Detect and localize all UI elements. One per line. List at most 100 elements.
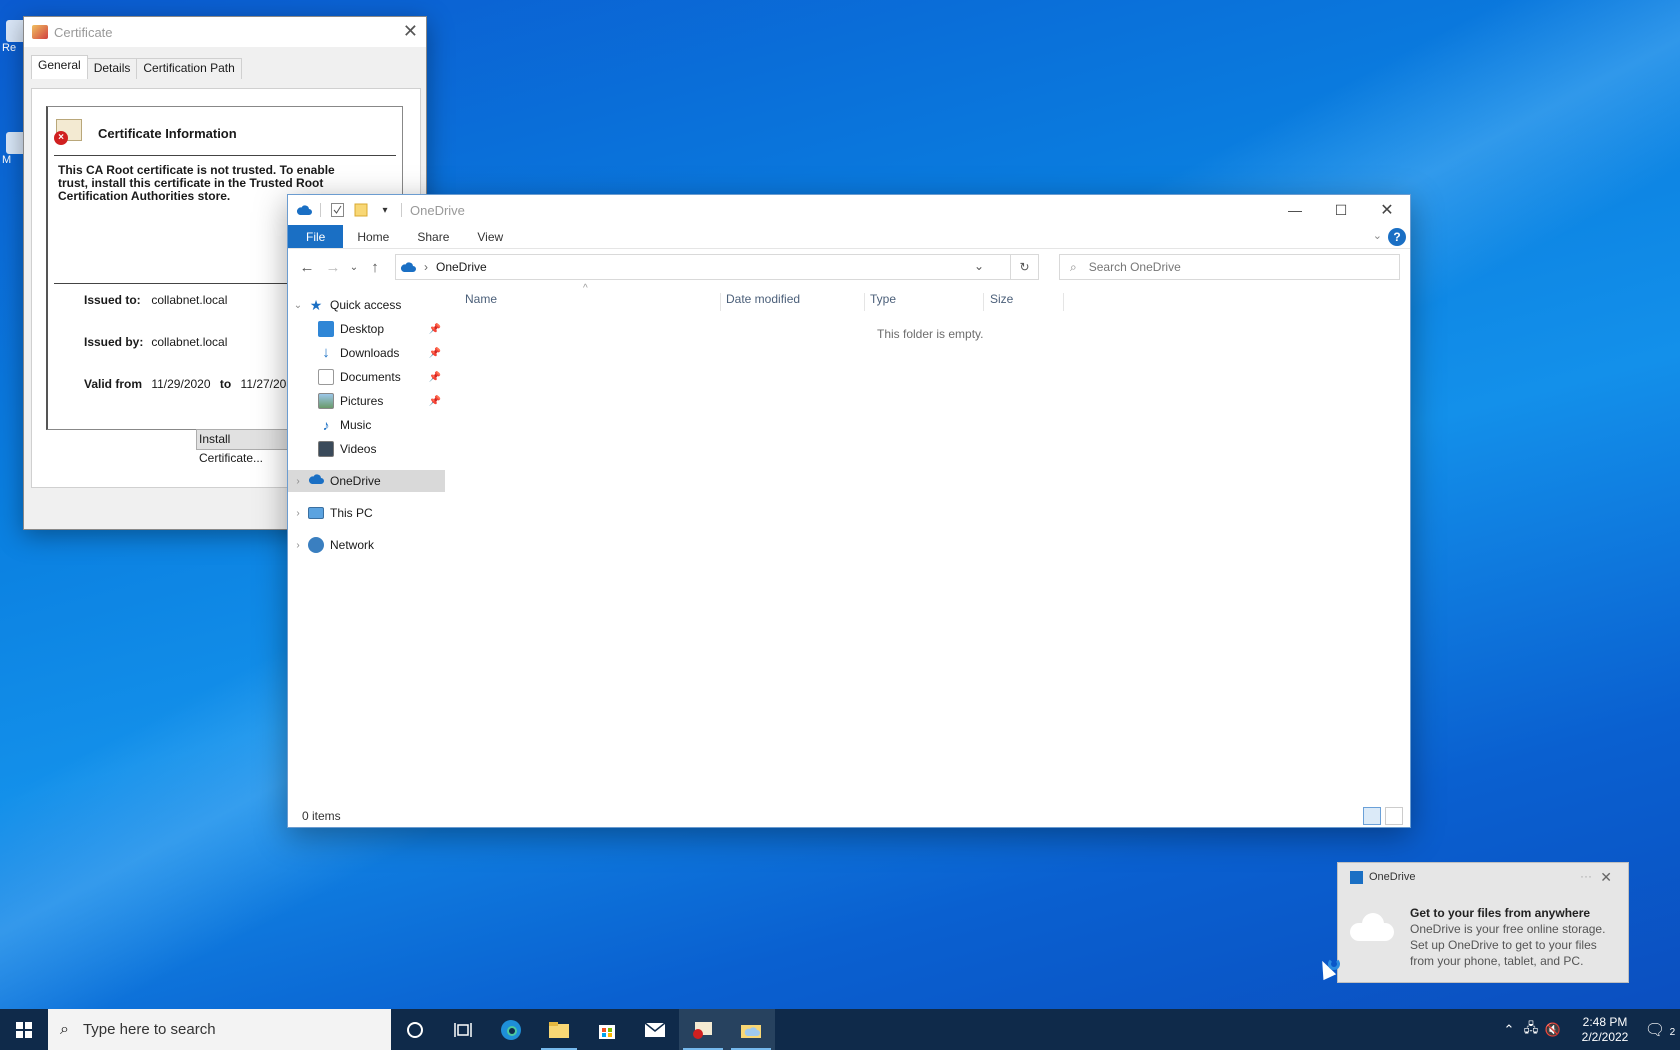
file-explorer-taskbar-button[interactable] [535,1009,583,1050]
onedrive-app-icon [1350,870,1363,884]
column-header-size[interactable]: Size [990,292,1013,306]
tab-share[interactable]: Share [403,225,463,248]
notification-icon: 🗨 [1644,1021,1666,1039]
address-bar[interactable]: › OneDrive ⌄ [395,254,1011,280]
collapse-chevron-icon[interactable]: ⌄ [288,300,308,311]
explorer-titlebar[interactable]: ▾ OneDrive — ☐ ✕ [288,195,1410,225]
install-certificate-button[interactable]: Install Certificate... [196,429,296,465]
close-icon[interactable]: ✕ [1600,869,1612,886]
nav-item-downloads[interactable]: ↓ Downloads 📌 [288,342,445,364]
expand-chevron-icon[interactable]: › [288,476,308,487]
videos-icon [318,441,334,457]
tab-view[interactable]: View [463,225,517,248]
customize-quick-access-icon[interactable]: ▾ [377,202,393,218]
show-hidden-icons-chevron-icon[interactable]: ⌃ [1498,1022,1520,1038]
navigation-pane: ⌄ ★ Quick access Desktop 📌 ↓ Downloads 📌… [288,286,445,794]
onedrive-notification[interactable]: OneDrive ··· ✕ Get to your files from an… [1337,862,1629,983]
search-input[interactable]: Search OneDrive [1089,260,1181,274]
nav-item-network[interactable]: › Network [288,534,445,556]
windows-logo-icon [16,1021,32,1038]
new-folder-icon[interactable] [353,202,369,218]
network-status-icon[interactable]: 🖧 [1520,1019,1542,1041]
documents-icon [318,369,334,385]
nav-item-this-pc[interactable]: › This PC [288,502,445,524]
recent-locations-chevron-icon[interactable]: ⌄ [346,262,362,273]
desktop-icon-label: Re [2,42,17,54]
task-view-button[interactable] [439,1009,487,1050]
nav-label: Desktop [340,322,385,336]
nav-label: This PC [330,506,373,520]
store-taskbar-button[interactable] [583,1009,631,1050]
tab-file[interactable]: File [288,225,344,248]
nav-item-videos[interactable]: Videos [288,438,445,460]
nav-label: Quick access [330,298,402,312]
pin-icon: 📌 [428,347,441,359]
nav-label: Music [340,418,372,432]
expand-ribbon-icon[interactable]: ⌄ [1373,229,1382,242]
issued-to-value: collabnet.local [151,293,228,307]
validity-row: Valid from 11/29/2020 to 11/27/2030 [84,377,300,391]
tab-home[interactable]: Home [343,225,403,248]
breadcrumb-onedrive[interactable]: OneDrive [436,260,487,274]
pictures-icon [318,393,334,409]
expand-chevron-icon[interactable]: › [288,540,308,551]
edge-taskbar-button[interactable] [487,1009,535,1050]
help-icon[interactable]: ? [1388,228,1406,246]
busy-indicator-icon [1328,958,1340,970]
back-arrow-icon[interactable]: ← [294,259,320,276]
untrusted-certificate-icon: × [54,119,84,147]
onedrive-cloud-icon [400,262,416,272]
mail-taskbar-button[interactable] [631,1009,679,1050]
toast-body-text: OneDrive is your free online storage. Se… [1410,922,1606,968]
up-arrow-icon[interactable]: ↑ [362,259,388,276]
maximize-icon[interactable]: ☐ [1318,195,1364,225]
file-explorer-window: ▾ OneDrive — ☐ ✕ File Home Share View ⌄ … [287,194,1411,828]
tab-general[interactable]: General [31,55,88,79]
pin-icon: 📌 [428,323,441,335]
refresh-icon[interactable]: ↻ [1011,254,1039,280]
nav-item-documents[interactable]: Documents 📌 [288,366,445,388]
clock-time: 2:48 PM [1582,1014,1628,1029]
window-title: OneDrive [410,202,465,218]
taskbar-search-input[interactable]: Type here to search [83,1021,216,1038]
nav-item-quick-access[interactable]: ⌄ ★ Quick access [288,294,445,316]
onedrive-taskbar-button[interactable] [727,1009,775,1050]
nav-item-music[interactable]: ♪ Music [288,414,445,436]
details-view-icon[interactable] [1363,807,1381,825]
large-icons-view-icon[interactable] [1385,807,1403,825]
desktop-folder-icon [318,321,334,337]
column-header-name[interactable]: Name [465,292,497,306]
tab-details[interactable]: Details [86,58,138,79]
nav-item-onedrive[interactable]: › OneDrive [288,470,445,492]
action-center-button[interactable]: 🗨 2 [1640,1020,1680,1040]
taskbar-search-box[interactable]: ⌕ Type here to search [48,1009,391,1050]
certificate-titlebar[interactable]: Certificate ✕ [24,17,426,47]
network-icon [308,537,324,553]
nav-label: Downloads [340,346,400,360]
system-tray: ⌃ 🖧 🔇 2:48 PM 2/2/2022 🗨 2 [1498,1009,1680,1050]
nav-item-desktop[interactable]: Desktop 📌 [288,318,445,340]
nav-label: OneDrive [330,474,381,488]
issued-by-value: collabnet.local [151,335,228,349]
onedrive-folder-icon [741,1024,761,1038]
forward-arrow-icon[interactable]: → [320,259,346,276]
column-header-type[interactable]: Type [870,292,896,306]
certificate-taskbar-button[interactable] [679,1009,727,1050]
cortana-button[interactable] [391,1009,439,1050]
expand-chevron-icon[interactable]: › [288,508,308,519]
properties-icon[interactable] [329,202,345,218]
onedrive-cloud-icon [296,202,312,218]
onedrive-cloud-icon [308,473,324,489]
more-options-icon[interactable]: ··· [1580,869,1592,883]
close-icon[interactable]: ✕ [1364,195,1410,225]
tab-certification-path[interactable]: Certification Path [136,58,242,79]
search-box[interactable]: ⌕ Search OneDrive [1059,254,1400,280]
nav-item-pictures[interactable]: Pictures 📌 [288,390,445,412]
close-icon[interactable]: ✕ [403,21,418,42]
column-header-date-modified[interactable]: Date modified [726,292,800,306]
volume-muted-icon[interactable]: 🔇 [1542,1022,1564,1038]
clock[interactable]: 2:48 PM 2/2/2022 [1570,1015,1640,1045]
address-dropdown-icon[interactable]: ⌄ [974,259,984,273]
start-button[interactable] [0,1009,48,1050]
minimize-icon[interactable]: — [1272,195,1318,225]
